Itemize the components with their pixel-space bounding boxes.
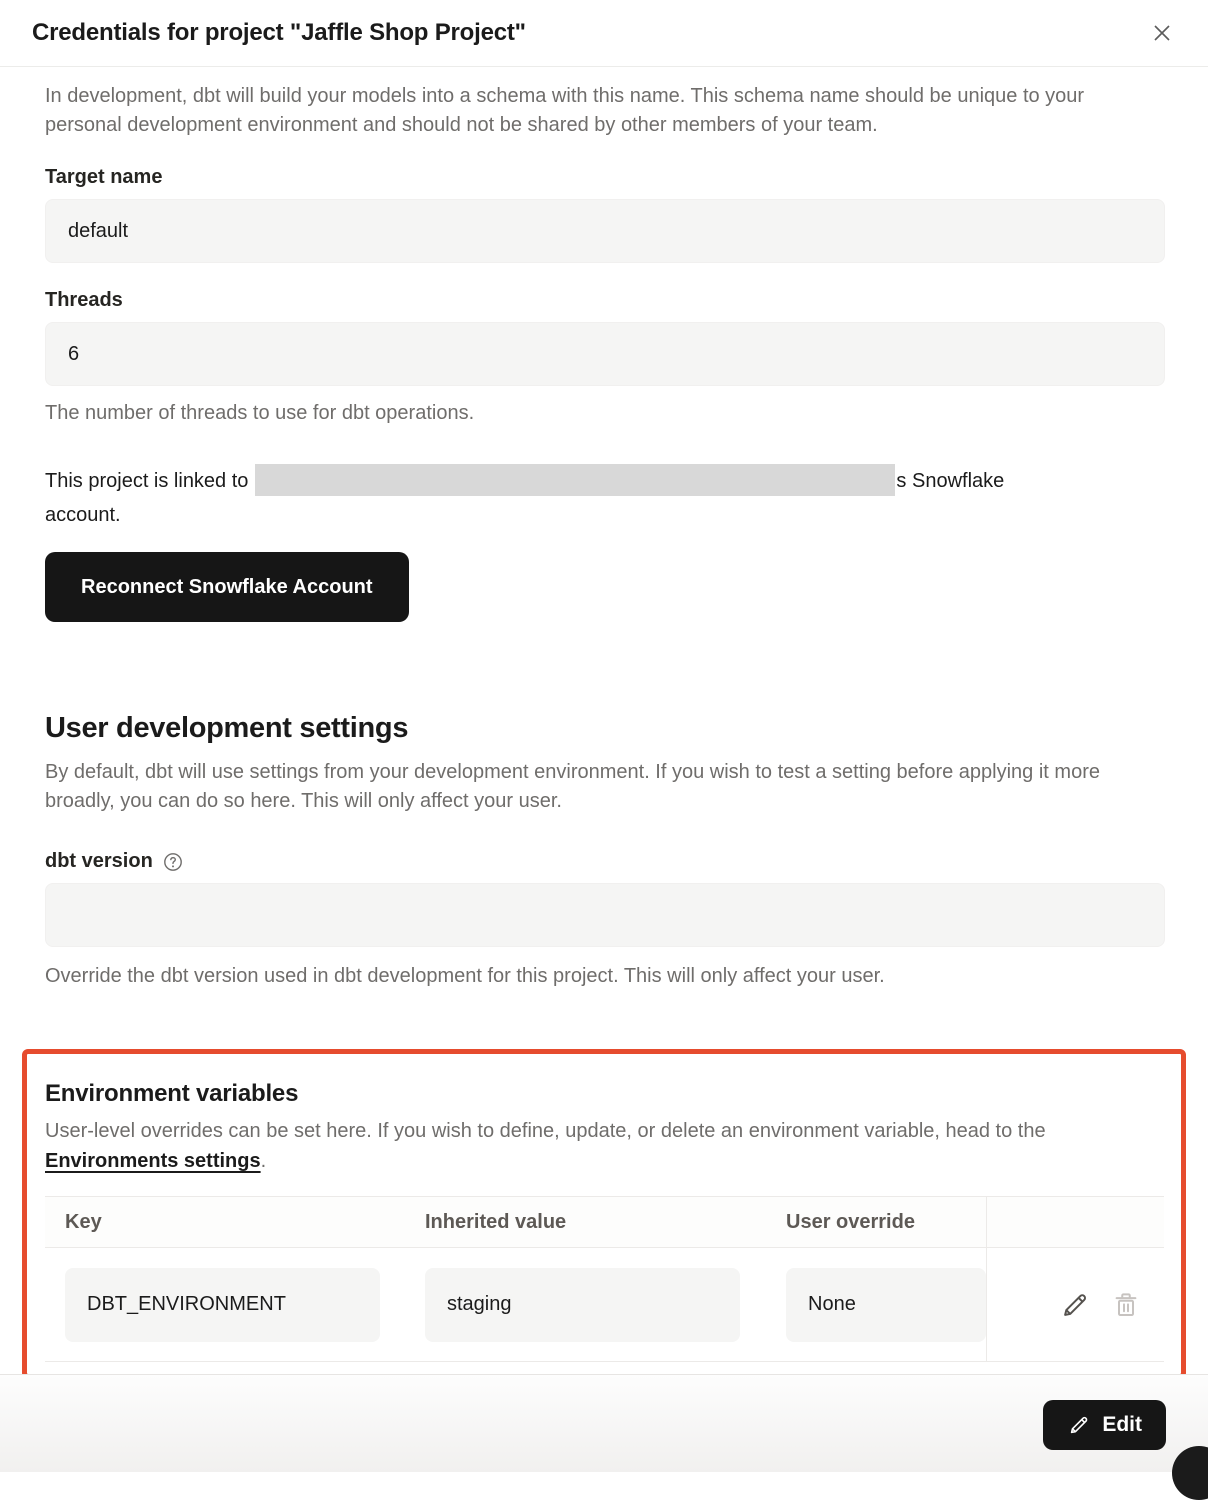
edit-button[interactable]: Edit (1043, 1400, 1166, 1450)
modal-header: Credentials for project "Jaffle Shop Pro… (0, 0, 1208, 67)
close-icon (1148, 19, 1176, 47)
linked-account-prefix: This project is linked to (45, 470, 248, 492)
edit-button-label: Edit (1102, 1413, 1142, 1437)
schema-description: In development, dbt will build your mode… (45, 82, 1165, 140)
dbt-version-helper-text: Override the dbt version used in dbt dev… (45, 962, 1165, 991)
column-header-inherited-value: Inherited value (405, 1211, 766, 1234)
modal-footer: Edit (0, 1374, 1208, 1472)
user-dev-settings-description: By default, dbt will use settings from y… (45, 758, 1130, 816)
table-row: DBT_ENVIRONMENT staging None (45, 1248, 1164, 1362)
env-var-inherited-value: staging (425, 1268, 740, 1342)
help-icon[interactable] (162, 851, 184, 873)
column-header-user-override: User override (766, 1211, 986, 1234)
trash-icon (1111, 1290, 1141, 1320)
linked-account-text: This project is linked to s Snowflake acco… (45, 464, 1165, 532)
dbt-version-input[interactable] (45, 883, 1165, 947)
environment-variables-section: Environment variables User-level overrid… (22, 1049, 1186, 1379)
user-dev-settings-heading: User development settings (45, 712, 1165, 745)
target-name-label: Target name (45, 166, 1165, 189)
redacted-account-name (255, 464, 895, 496)
env-desc-period: . (261, 1150, 267, 1172)
reconnect-snowflake-button[interactable]: Reconnect Snowflake Account (45, 552, 409, 622)
environment-variables-table: Key Inherited value User override DBT_EN… (45, 1196, 1164, 1362)
close-button[interactable] (1144, 15, 1180, 51)
modal-title: Credentials for project "Jaffle Shop Pro… (32, 19, 526, 47)
linked-account-suffix-2: account. (45, 498, 1165, 532)
delete-row-button[interactable] (1111, 1290, 1141, 1320)
environments-settings-link[interactable]: Environments settings (45, 1150, 261, 1172)
threads-input[interactable] (45, 322, 1165, 386)
threads-label: Threads (45, 289, 1165, 312)
environment-variables-heading: Environment variables (45, 1080, 1163, 1108)
edit-row-button[interactable] (1059, 1289, 1091, 1321)
linked-account-suffix: s Snowflake (896, 470, 1004, 492)
pencil-icon (1067, 1413, 1091, 1437)
env-var-user-override-value: None (786, 1268, 986, 1342)
threads-helper-text: The number of threads to use for dbt ope… (45, 399, 1165, 428)
column-header-key: Key (45, 1211, 405, 1234)
target-name-input[interactable] (45, 199, 1165, 263)
pencil-icon (1059, 1289, 1091, 1321)
env-desc-text: User-level overrides can be set here. If… (45, 1120, 1046, 1142)
env-var-key-value: DBT_ENVIRONMENT (65, 1268, 380, 1342)
environment-variables-description: User-level overrides can be set here. If… (45, 1116, 1160, 1176)
modal-body: In development, dbt will build your mode… (0, 82, 1208, 1379)
table-header-row: Key Inherited value User override (45, 1196, 1164, 1248)
column-header-actions (986, 1197, 1164, 1247)
dbt-version-label: dbt version (45, 850, 153, 873)
